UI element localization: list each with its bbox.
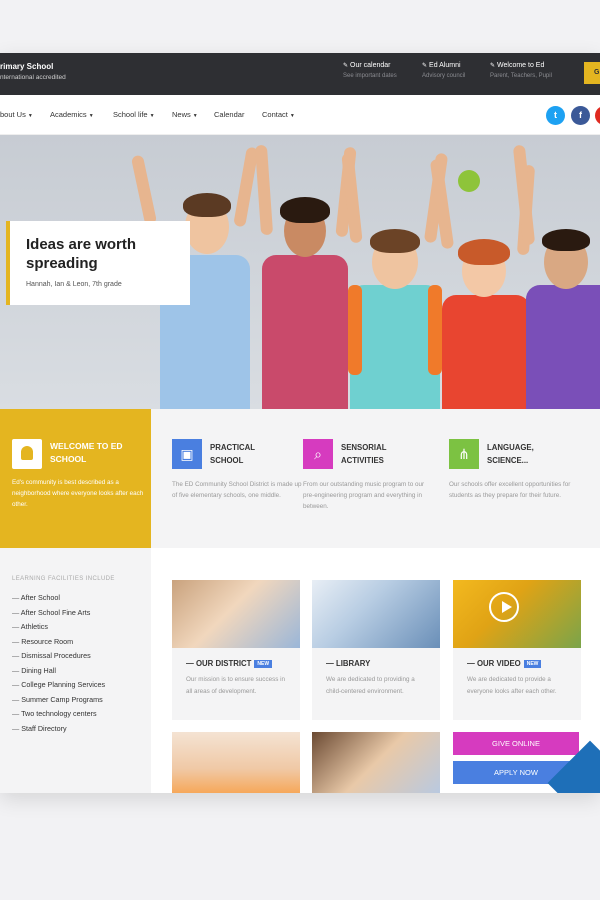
top-bar: rimary School nternational accredited ✎ O… xyxy=(0,53,600,95)
caret-down-icon: ▼ xyxy=(27,113,33,119)
facilities-heading: LEARNING FACILITIES INCLUDE xyxy=(12,576,115,582)
nav-item-school-life[interactable]: School life ▼ xyxy=(113,110,155,119)
card-image xyxy=(172,580,300,648)
facility-item[interactable]: After School Fine Arts xyxy=(12,608,105,623)
bell-icon xyxy=(12,439,42,469)
card-title: — OUR DISTRICT NEW xyxy=(186,659,273,668)
card-text: We are dedicated to providing a child-ce… xyxy=(326,676,415,695)
caret-down-icon: ▼ xyxy=(192,113,198,119)
facilities-sidebar: LEARNING FACILITIES INCLUDE After School… xyxy=(0,548,151,793)
top-link-title: Our calendar xyxy=(350,62,391,69)
give-online-button[interactable]: GIVE ONLINE xyxy=(453,732,579,755)
nav-label: bout Us xyxy=(0,110,26,119)
edit-icon: ✎ xyxy=(422,63,428,69)
feature-text: Our schools offer excellent opportunitie… xyxy=(449,481,571,499)
school-name: rimary School xyxy=(0,62,54,71)
nav-item-about[interactable]: bout Us ▼ xyxy=(0,110,33,119)
hero-banner: Ideas are worth spreading Hannah, Ian & … xyxy=(0,135,600,409)
top-link-title: Welcome to Ed xyxy=(497,62,545,69)
hero-title: Ideas are worth spreading xyxy=(26,236,137,272)
edit-icon: ✎ xyxy=(490,63,496,69)
facility-item[interactable]: College Planning Services xyxy=(12,680,105,695)
cta-button[interactable]: G xyxy=(584,62,600,84)
card-title: — LIBRARY xyxy=(326,659,370,668)
card-our-video[interactable]: — OUR VIDEO NEW We are dedicated to provi… xyxy=(453,580,581,720)
welcome-panel: WELCOME TO ED SCHOOL Ed's community is b… xyxy=(0,409,151,548)
nav-item-calendar[interactable]: Calendar xyxy=(214,110,244,119)
caret-down-icon: ▼ xyxy=(149,113,155,119)
search-doc-icon: ⌕ xyxy=(303,439,333,469)
welcome-text: Ed's community is best described as a ne… xyxy=(12,479,144,508)
twitter-icon[interactable]: t xyxy=(546,106,565,125)
edit-icon: ✎ xyxy=(343,63,349,69)
facebook-icon[interactable]: f xyxy=(571,106,590,125)
facility-item[interactable]: Dining Hall xyxy=(12,666,105,681)
school-subtitle: nternational accredited xyxy=(0,74,66,81)
facility-item[interactable]: Staff Directory xyxy=(12,724,105,739)
facility-item[interactable]: Athletics xyxy=(12,622,105,637)
facilities-list: After School After School Fine Arts Athl… xyxy=(12,593,105,738)
feature-title: PRACTICAL SCHOOL xyxy=(210,443,255,465)
card-title: — OUR VIDEO NEW xyxy=(467,659,542,668)
feature-title: LANGUAGE, SCIENCE... xyxy=(487,443,534,465)
top-link-sub: Parent, Teachers, Pupil xyxy=(490,73,552,79)
feature-title: SENSORIAL ACTIVITIES xyxy=(341,443,387,465)
facility-item[interactable]: After School xyxy=(12,593,105,608)
card-title-text: — OUR DISTRICT xyxy=(186,659,252,668)
caret-down-icon: ▼ xyxy=(88,113,94,119)
card-text: We are dedicated to provide a everyone l… xyxy=(467,676,557,695)
new-badge: NEW xyxy=(254,659,273,668)
nav-item-academics[interactable]: Academics ▼ xyxy=(50,110,94,119)
feature-text: The ED Community School District is made… xyxy=(172,481,302,499)
top-link-sub: Advisory council xyxy=(422,73,466,79)
nav-item-contact[interactable]: Contact ▼ xyxy=(262,110,295,119)
browser-frame: rimary School nternational accredited ✎ O… xyxy=(0,53,600,793)
apple-icon xyxy=(458,170,480,192)
card-text: Our mission is to ensure success in all … xyxy=(186,676,286,695)
card-image-students[interactable] xyxy=(312,732,440,793)
top-link-sub: See important dates xyxy=(343,73,397,79)
main-nav: bout Us ▼ Academics ▼ School life ▼ News ▼ C… xyxy=(0,95,600,135)
bus-icon: ▣ xyxy=(172,439,202,469)
card-library[interactable]: — LIBRARY We are dedicated to providing … xyxy=(312,580,440,720)
card-title-text: — LIBRARY xyxy=(326,659,371,668)
card-title-text: — OUR VIDEO xyxy=(467,659,521,668)
nav-label: Contact xyxy=(262,110,288,119)
top-link-welcome[interactable]: ✎ Welcome to Ed Parent, Teachers, Pupil xyxy=(490,62,552,79)
top-link-title: Ed Alumni xyxy=(429,62,461,69)
facility-item[interactable]: Resource Room xyxy=(12,637,105,652)
hero-caption-card: Ideas are worth spreading Hannah, Ian & … xyxy=(6,221,190,305)
welcome-title: WELCOME TO ED SCHOOL xyxy=(50,441,123,464)
nav-item-news[interactable]: News ▼ xyxy=(172,110,198,119)
facility-item[interactable]: Dismissal Procedures xyxy=(12,651,105,666)
top-link-calendar[interactable]: ✎ Our calendar See important dates xyxy=(343,62,397,79)
network-icon: ⋔ xyxy=(449,439,479,469)
facility-item[interactable]: Summer Camp Programs xyxy=(12,695,105,710)
youtube-icon[interactable]: y xyxy=(595,106,600,125)
video-thumbnail[interactable] xyxy=(453,580,581,648)
facility-item[interactable]: Two technology centers xyxy=(12,709,105,724)
card-image-girl[interactable] xyxy=(172,732,300,793)
top-link-alumni[interactable]: ✎ Ed Alumni Advisory council xyxy=(422,62,465,79)
feature-text: From our outstanding music program to ou… xyxy=(303,481,425,510)
nav-label: Calendar xyxy=(214,110,245,119)
nav-label: News xyxy=(172,110,191,119)
hero-subtitle: Hannah, Ian & Leon, 7th grade xyxy=(26,281,122,288)
card-our-district[interactable]: — OUR DISTRICT NEW Our mission is to ensu… xyxy=(172,580,300,720)
nav-label: Academics xyxy=(50,110,87,119)
brand[interactable]: rimary School nternational accredited xyxy=(0,62,66,81)
card-image xyxy=(312,580,440,648)
play-icon[interactable] xyxy=(489,592,519,622)
caret-down-icon: ▼ xyxy=(289,113,295,119)
nav-label: School life xyxy=(113,110,148,119)
new-badge: NEW xyxy=(523,659,542,668)
